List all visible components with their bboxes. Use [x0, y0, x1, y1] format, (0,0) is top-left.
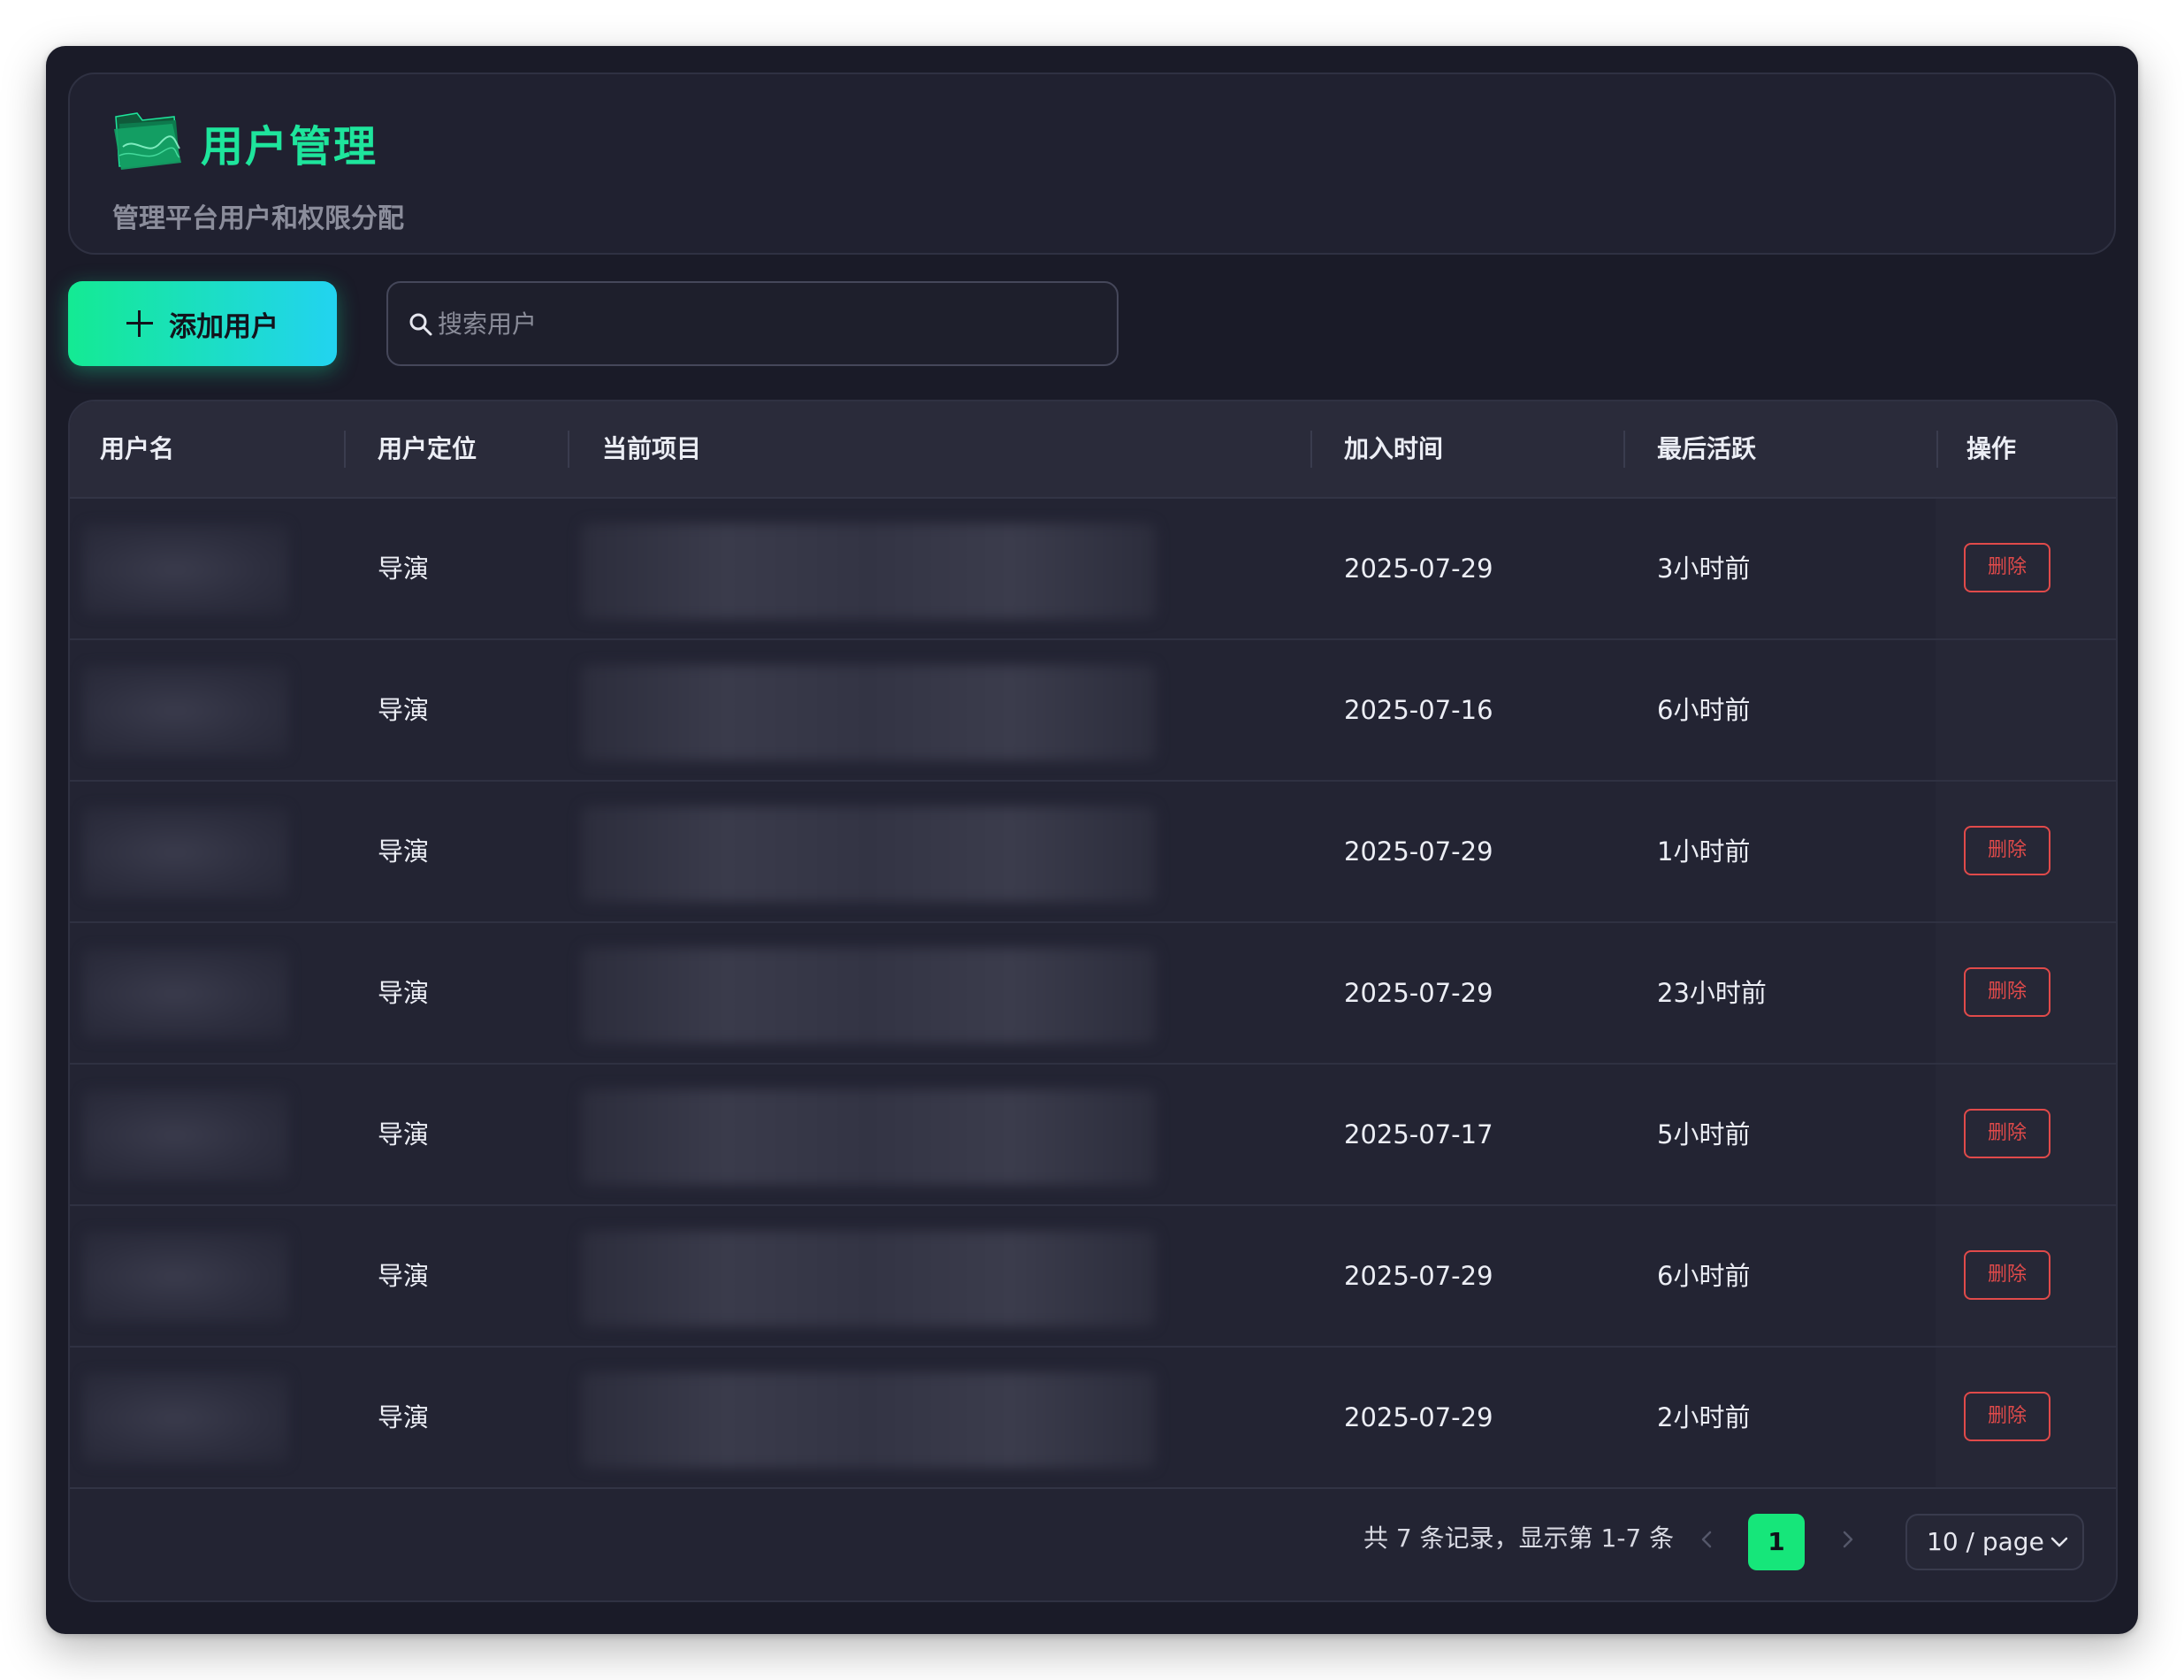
role-cell: 导演	[378, 836, 430, 867]
action-cell: 删除	[1936, 1065, 2116, 1204]
joined-cell: 2025-07-29	[1344, 978, 1493, 1008]
last-active-cell: 1小时前	[1657, 836, 1751, 867]
last-active-cell: 6小时前	[1657, 695, 1751, 725]
column-header-actions: 操作	[1966, 434, 2017, 463]
column-divider	[1623, 431, 1625, 468]
delete-button[interactable]: 删除	[1964, 1109, 2050, 1158]
username-cell-redacted	[82, 806, 289, 898]
action-cell: 删除	[1936, 923, 2116, 1063]
column-divider	[1936, 431, 1938, 468]
action-cell: 删除	[1936, 1206, 2116, 1346]
user-table: 用户名 用户定位 当前项目 加入时间 最后活跃 操作 导演 2025-07-29…	[68, 400, 2118, 1602]
column-header-role: 用户定位	[378, 434, 477, 463]
action-cell: 删除	[1936, 499, 2116, 638]
add-user-button[interactable]: 添加用户	[68, 281, 337, 366]
last-active-cell: 5小时前	[1657, 1119, 1751, 1149]
username-cell-redacted	[82, 665, 289, 757]
role-cell: 导演	[378, 1119, 430, 1149]
folder-icon	[114, 112, 181, 170]
role-cell: 导演	[378, 978, 430, 1008]
username-cell-redacted	[82, 1231, 289, 1323]
joined-cell: 2025-07-29	[1344, 836, 1493, 867]
table-row: 导演 2025-07-17 5小时前 删除	[70, 1065, 2116, 1206]
page-header: 用户管理 管理平台用户和权限分配	[68, 73, 2116, 255]
delete-button[interactable]: 删除	[1964, 1250, 2050, 1300]
action-cell: 删除	[1936, 782, 2116, 921]
role-cell: 导演	[378, 695, 430, 725]
pagination-summary: 共 7 条记录，显示第 1-7 条	[1363, 1523, 1675, 1553]
table-header: 用户名 用户定位 当前项目 加入时间 最后活跃 操作	[70, 401, 2116, 499]
search-box[interactable]	[386, 281, 1119, 366]
project-cell-redacted	[581, 1231, 1156, 1326]
page-size-select[interactable]: 10 / page	[1905, 1514, 2084, 1570]
column-header-username: 用户名	[100, 434, 175, 463]
table-row: 导演 2025-07-16 6小时前	[70, 640, 2116, 782]
pagination: 共 7 条记录，显示第 1-7 条 1 10 / page	[70, 1487, 2116, 1600]
last-active-cell: 6小时前	[1657, 1261, 1751, 1291]
action-cell	[1936, 640, 2116, 780]
page-title: 用户管理	[201, 122, 378, 172]
joined-cell: 2025-07-29	[1344, 554, 1493, 584]
joined-cell: 2025-07-29	[1344, 1402, 1493, 1432]
column-divider	[568, 431, 569, 468]
add-user-label: 添加用户	[169, 310, 279, 343]
role-cell: 导演	[378, 1261, 430, 1291]
role-cell: 导演	[378, 1402, 430, 1432]
project-cell-redacted	[581, 1372, 1156, 1468]
page-button-current[interactable]: 1	[1748, 1514, 1805, 1570]
joined-cell: 2025-07-29	[1344, 1261, 1493, 1291]
role-cell: 导演	[378, 554, 430, 584]
page-size-label: 10 / page	[1927, 1527, 2044, 1556]
page-subtitle: 管理平台用户和权限分配	[112, 203, 404, 234]
last-active-cell: 23小时前	[1657, 978, 1767, 1008]
delete-button[interactable]: 删除	[1964, 826, 2050, 875]
column-divider	[1310, 431, 1312, 468]
table-row: 导演 2025-07-29 1小时前 删除	[70, 782, 2116, 923]
last-active-cell: 2小时前	[1657, 1402, 1751, 1432]
column-header-last-active: 最后活跃	[1657, 434, 1757, 463]
username-cell-redacted	[82, 1372, 289, 1464]
project-cell-redacted	[581, 665, 1156, 760]
project-cell-redacted	[581, 948, 1156, 1043]
username-cell-redacted	[82, 948, 289, 1040]
table-body: 导演 2025-07-29 3小时前 删除 导演 2025-07-16 6小时前…	[70, 499, 2116, 1489]
delete-button[interactable]: 删除	[1964, 967, 2050, 1017]
table-row: 导演 2025-07-29 6小时前 删除	[70, 1206, 2116, 1348]
delete-button[interactable]: 删除	[1964, 543, 2050, 592]
project-cell-redacted	[581, 806, 1156, 902]
table-row: 导演 2025-07-29 2小时前 删除	[70, 1348, 2116, 1489]
search-input[interactable]	[438, 283, 1092, 364]
plus-icon	[126, 310, 153, 337]
username-cell-redacted	[82, 1089, 289, 1181]
username-cell-redacted	[82, 523, 289, 615]
column-divider	[344, 431, 346, 468]
project-cell-redacted	[581, 523, 1156, 619]
chevron-right-icon[interactable]	[1835, 1526, 1861, 1553]
chevron-down-icon	[2050, 1537, 2068, 1547]
chevron-left-icon[interactable]	[1693, 1526, 1720, 1553]
delete-button[interactable]: 删除	[1964, 1392, 2050, 1441]
action-cell: 删除	[1936, 1348, 2116, 1487]
project-cell-redacted	[581, 1089, 1156, 1185]
joined-cell: 2025-07-17	[1344, 1119, 1493, 1149]
app-window: 用户管理 管理平台用户和权限分配 添加用户 用户名 用户定位 当前项目 加入时间…	[46, 46, 2138, 1634]
table-row: 导演 2025-07-29 3小时前 删除	[70, 499, 2116, 640]
last-active-cell: 3小时前	[1657, 554, 1751, 584]
search-icon	[409, 313, 432, 336]
table-row: 导演 2025-07-29 23小时前 删除	[70, 923, 2116, 1065]
column-header-project: 当前项目	[602, 434, 702, 463]
joined-cell: 2025-07-16	[1344, 695, 1493, 725]
column-header-joined: 加入时间	[1344, 434, 1444, 463]
